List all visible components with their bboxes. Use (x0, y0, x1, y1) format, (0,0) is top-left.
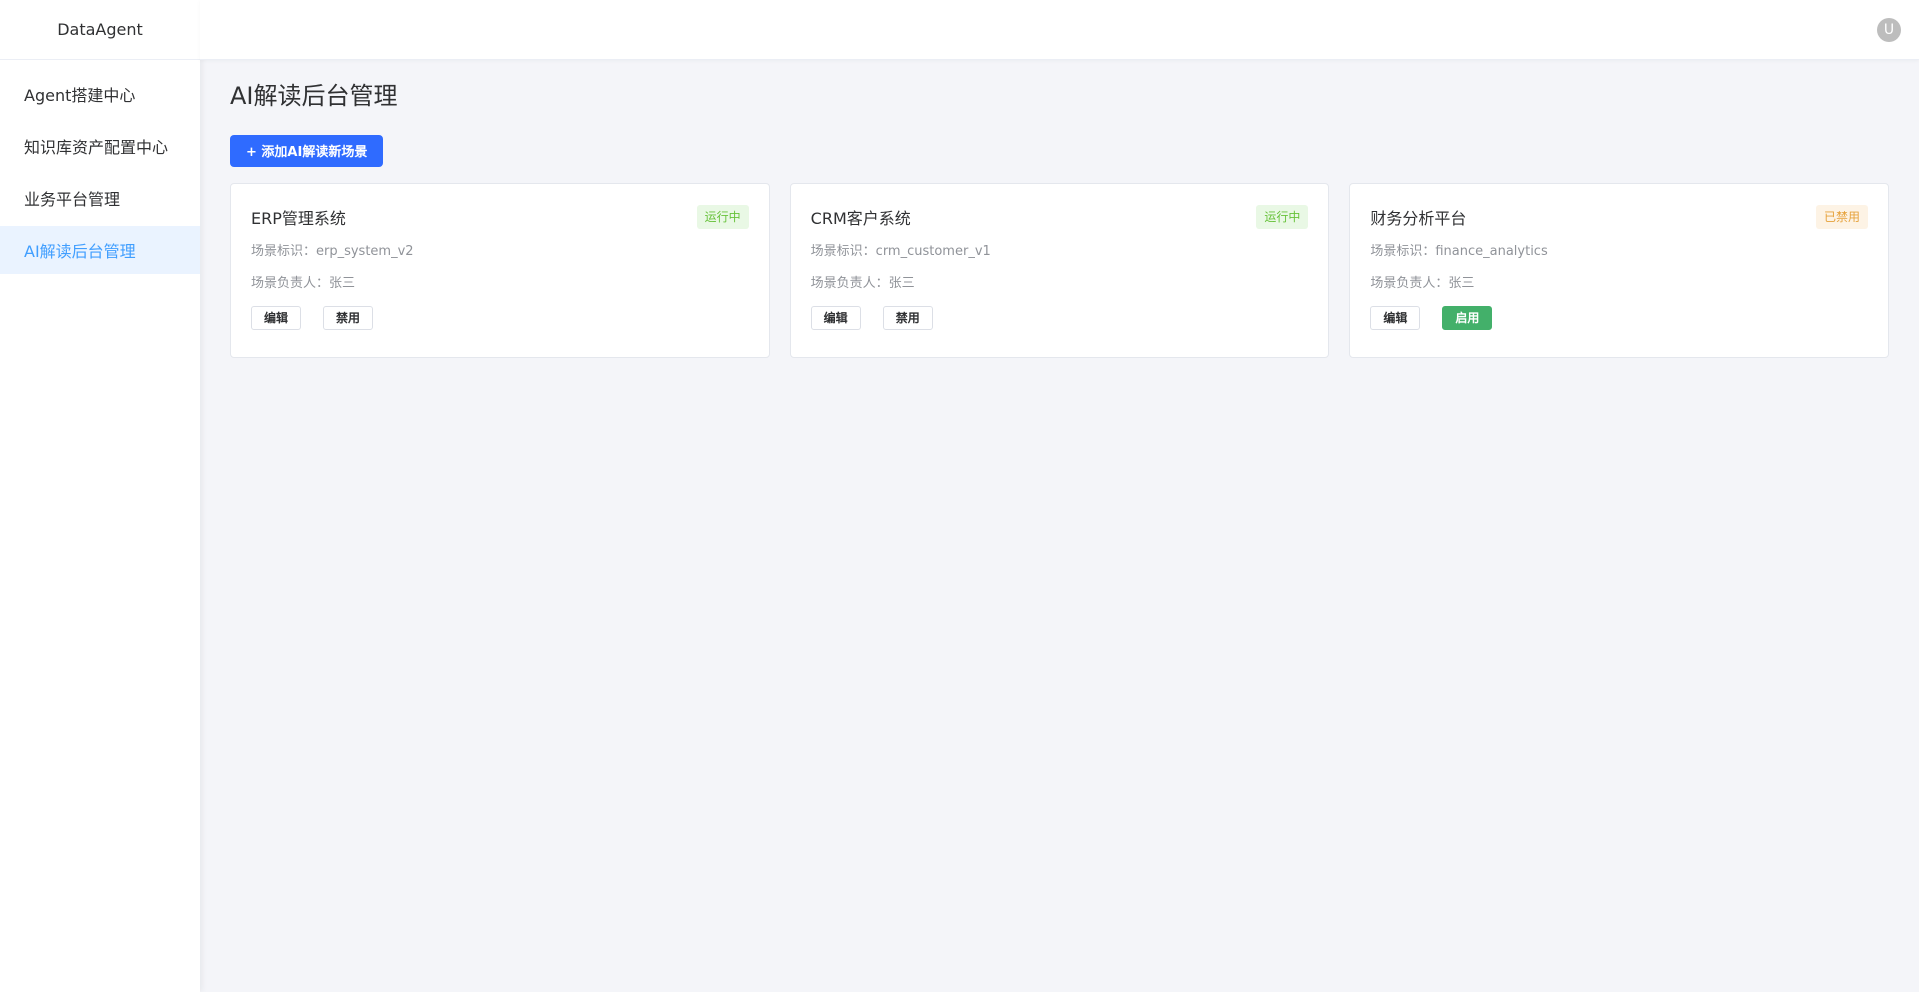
sidebar-item-agent-builder[interactable]: Agent搭建中心 (0, 70, 200, 118)
main-content: AI解读后台管理 + 添加AI解读新场景 ERP管理系统 运行中 场景标识：er… (230, 60, 1890, 358)
scene-identifier: 场景标识：erp_system_v2 (251, 243, 414, 259)
edit-button[interactable]: 编辑 (810, 305, 861, 330)
sidebar-item-label: Agent搭建中心 (24, 86, 136, 105)
sidebar-nav: Agent搭建中心 知识库资产配置中心 业务平台管理 AI解读后台管理 (0, 70, 200, 274)
sidebar-item-label: 业务平台管理 (24, 190, 121, 209)
edit-button[interactable]: 编辑 (251, 305, 302, 330)
scene-identifier: 场景标识：crm_customer_v1 (810, 243, 991, 259)
sidebar-item-label: 知识库资产配置中心 (24, 138, 169, 157)
scene-card: CRM客户系统 运行中 场景标识：crm_customer_v1 场景负责人：张… (789, 182, 1330, 358)
disable-button[interactable]: 禁用 (882, 305, 933, 330)
edit-button[interactable]: 编辑 (1370, 305, 1421, 330)
scene-card: 财务分析平台 已禁用 场景标识：finance_analytics 场景负责人：… (1349, 182, 1890, 358)
scene-card-list: ERP管理系统 运行中 场景标识：erp_system_v2 场景负责人：张三 … (230, 182, 1890, 358)
top-bar: U (200, 0, 1919, 60)
brand-logo[interactable]: DataAgent (0, 0, 200, 60)
scene-title: ERP管理系统 (251, 208, 346, 228)
scene-owner: 场景负责人：张三 (810, 275, 915, 291)
page-title: AI解读后台管理 (230, 82, 398, 110)
user-avatar[interactable]: U (1877, 18, 1901, 42)
status-badge: 运行中 (696, 204, 749, 229)
sidebar-item-ai-interpretation[interactable]: AI解读后台管理 (0, 226, 200, 274)
sidebar-item-knowledge-base[interactable]: 知识库资产配置中心 (0, 122, 200, 170)
scene-identifier: 场景标识：finance_analytics (1370, 243, 1548, 259)
enable-button[interactable]: 启用 (1442, 305, 1493, 330)
sidebar: DataAgent Agent搭建中心 知识库资产配置中心 业务平台管理 AI解… (0, 0, 200, 992)
add-scene-button[interactable]: + 添加AI解读新场景 (230, 134, 384, 167)
status-badge: 已禁用 (1816, 204, 1869, 229)
scene-owner: 场景负责人：张三 (1370, 275, 1475, 291)
scene-title: CRM客户系统 (810, 208, 911, 228)
scene-card: ERP管理系统 运行中 场景标识：erp_system_v2 场景负责人：张三 … (230, 182, 770, 358)
scene-owner: 场景负责人：张三 (251, 275, 356, 291)
sidebar-item-label: AI解读后台管理 (24, 242, 136, 261)
disable-button[interactable]: 禁用 (323, 305, 374, 330)
status-badge: 运行中 (1256, 204, 1309, 229)
scene-title: 财务分析平台 (1370, 208, 1467, 228)
sidebar-item-business-platform[interactable]: 业务平台管理 (0, 174, 200, 222)
